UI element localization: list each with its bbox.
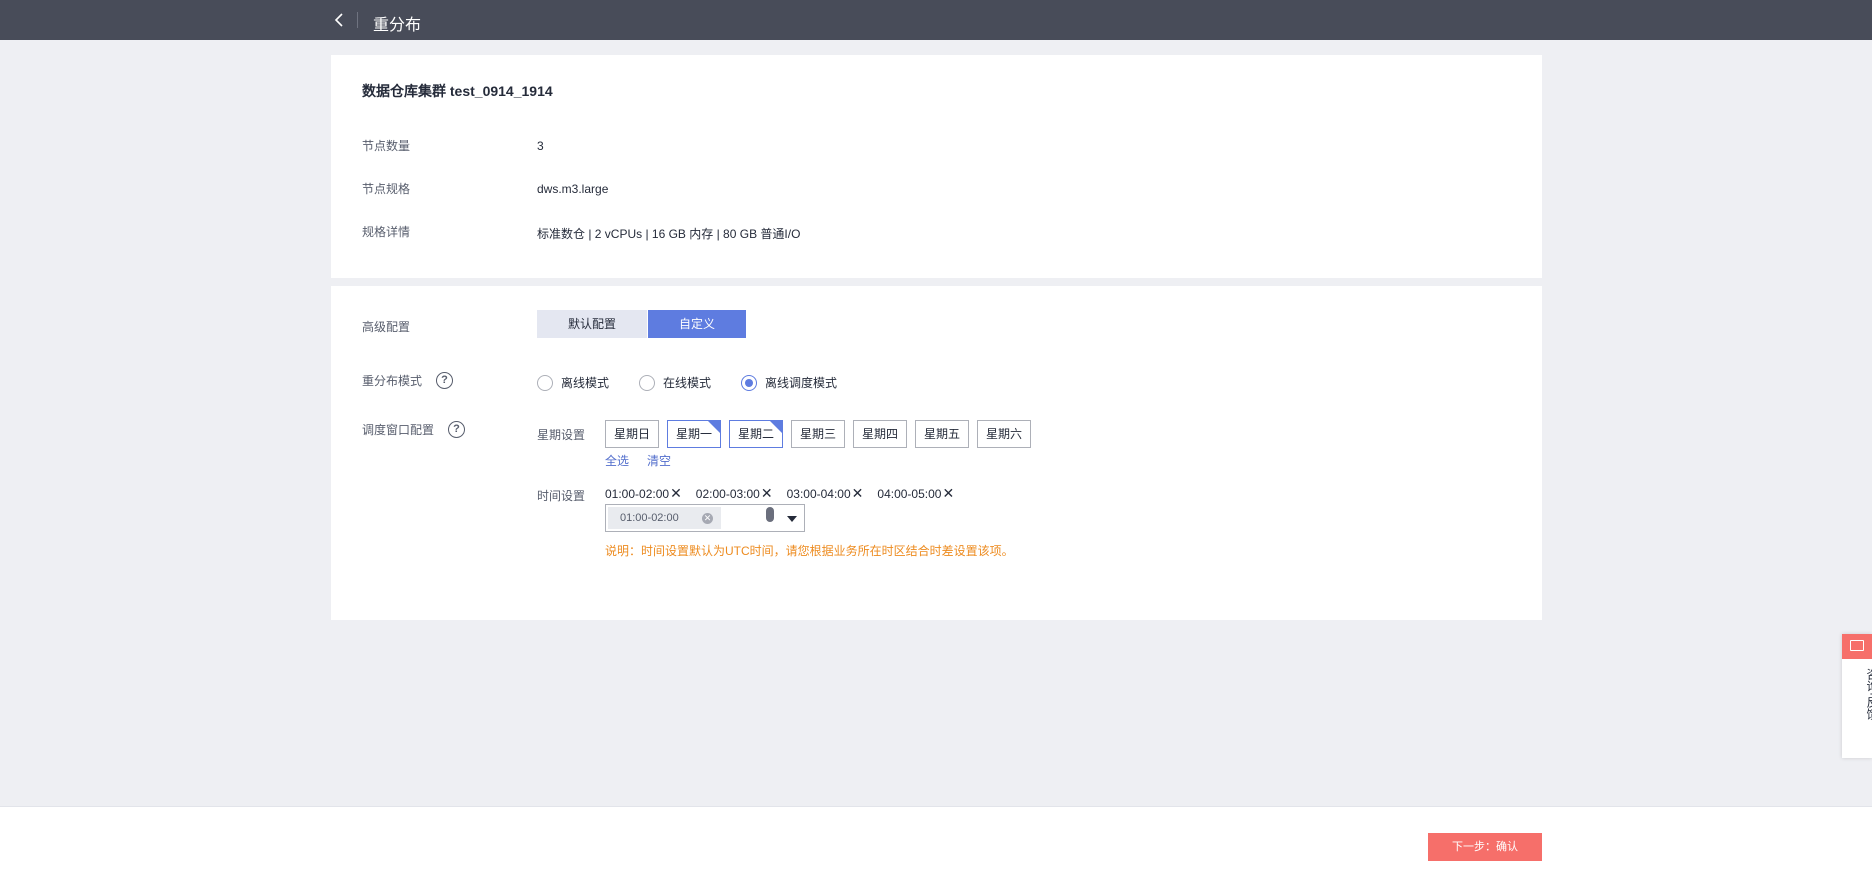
day-button-friday[interactable]: 星期五 — [915, 420, 969, 448]
time-setting-label: 时间设置 — [537, 489, 586, 503]
cluster-info-card: 数据仓库集群 test_0914_1914 节点数量 3 节点规格 dws.m3… — [331, 55, 1542, 278]
day-button-thursday[interactable]: 星期四 — [853, 420, 907, 448]
next-confirm-button[interactable]: 下一步：确认 — [1428, 833, 1542, 861]
default-config-button[interactable]: 默认配置 — [537, 310, 647, 338]
time-tag-label: 03:00-04:00 — [786, 486, 851, 501]
close-icon[interactable]: ✕ — [761, 485, 773, 502]
selected-time-chip: 01:00-02:00 ✕ — [608, 507, 721, 529]
day-button-wednesday[interactable]: 星期三 — [791, 420, 845, 448]
time-tag: 02:00-03:00 ✕ — [696, 485, 773, 502]
footer-bar: 下一步：确认 — [0, 806, 1872, 884]
close-icon[interactable]: ✕ — [852, 485, 864, 502]
back-arrow-icon[interactable] — [330, 10, 350, 30]
radio-checked-icon — [741, 374, 758, 391]
week-setting-label: 星期设置 — [537, 428, 586, 442]
close-icon[interactable]: ✕ — [670, 485, 682, 502]
schedule-window-label: 调度窗口配置 ? — [362, 421, 466, 438]
advanced-config-label-text: 高级配置 — [362, 320, 411, 334]
day-button-tuesday[interactable]: 星期二 — [729, 420, 783, 448]
consult-feedback-widget[interactable]: 咨询·反馈 — [1842, 634, 1872, 758]
schedule-window-label-text: 调度窗口配置 — [362, 423, 435, 437]
close-icon[interactable]: ✕ — [942, 485, 954, 502]
time-tag-label: 02:00-03:00 — [695, 486, 760, 501]
day-button-saturday[interactable]: 星期六 — [977, 420, 1031, 448]
redistribution-config-card: 高级配置 默认配置 自定义 重分布模式 ? 离线模式 在线模式 离线调度模式 调… — [331, 286, 1542, 620]
top-bar: 重分布 — [0, 0, 1872, 40]
radio-online[interactable]: 在线模式 — [639, 374, 711, 391]
help-icon[interactable]: ? — [436, 372, 454, 389]
mode-radio-group: 离线模式 在线模式 离线调度模式 — [537, 374, 867, 391]
topbar-divider — [357, 12, 358, 28]
help-icon[interactable]: ? — [448, 421, 466, 438]
radio-circle-icon — [639, 374, 656, 391]
node-flavor-value: dws.m3.large — [537, 182, 609, 196]
mode-label-text: 重分布模式 — [362, 374, 423, 388]
chat-icon — [1850, 640, 1864, 651]
advanced-config-toggle: 默认配置 自定义 — [537, 310, 746, 338]
cluster-title: 数据仓库集群 test_0914_1914 — [362, 83, 553, 99]
day-button-sunday[interactable]: 星期日 — [605, 420, 659, 448]
radio-offline-schedule-label: 离线调度模式 — [765, 376, 838, 390]
time-tag: 01:00-02:00 ✕ — [605, 485, 682, 502]
select-all-link[interactable]: 全选 — [605, 452, 629, 469]
selected-time-chip-label: 01:00-02:00 — [620, 512, 679, 524]
custom-config-button[interactable]: 自定义 — [648, 310, 746, 338]
radio-offline-label: 离线模式 — [561, 376, 610, 390]
time-tag: 03:00-04:00 ✕ — [787, 485, 864, 502]
node-count-label: 节点数量 — [362, 139, 411, 153]
time-tag: 04:00-05:00 ✕ — [877, 485, 954, 502]
chevron-down-icon[interactable] — [787, 516, 797, 522]
node-flavor-label: 节点规格 — [362, 182, 411, 196]
time-tag-list: 01:00-02:00 ✕ 02:00-03:00 ✕ 03:00-04:00 … — [605, 485, 968, 502]
close-circle-icon[interactable]: ✕ — [702, 513, 713, 524]
feedback-icon-wrap[interactable] — [1842, 634, 1872, 659]
page-title: 重分布 — [373, 17, 422, 34]
radio-offline-schedule[interactable]: 离线调度模式 — [741, 374, 837, 391]
radio-circle-icon — [537, 374, 553, 391]
day-button-monday[interactable]: 星期一 — [667, 420, 721, 448]
radio-online-label: 在线模式 — [663, 376, 712, 390]
time-multiselect[interactable]: 01:00-02:00 ✕ — [605, 504, 805, 532]
flavor-detail-label: 规格详情 — [362, 225, 411, 239]
time-tag-label: 04:00-05:00 — [877, 486, 942, 501]
radio-offline[interactable]: 离线模式 — [537, 374, 609, 391]
day-selector: 星期日 星期一 星期二 星期三 星期四 星期五 星期六 — [605, 420, 1039, 448]
advanced-config-label: 高级配置 — [362, 318, 410, 335]
node-count-value: 3 — [537, 139, 544, 153]
flavor-detail-value: 标准数仓 | 2 vCPUs | 16 GB 内存 | 80 GB 普通I/O — [537, 227, 801, 241]
clear-link[interactable]: 清空 — [647, 452, 671, 469]
time-tag-label: 01:00-02:00 — [605, 486, 670, 501]
scroll-thumb[interactable] — [766, 507, 774, 522]
mode-label: 重分布模式 ? — [362, 372, 454, 389]
feedback-label[interactable]: 咨询·反馈 — [1850, 668, 1872, 720]
time-setting-note: 说明：时间设置默认为UTC时间，请您根据业务所在时区结合时差设置该项。 — [605, 544, 1014, 558]
